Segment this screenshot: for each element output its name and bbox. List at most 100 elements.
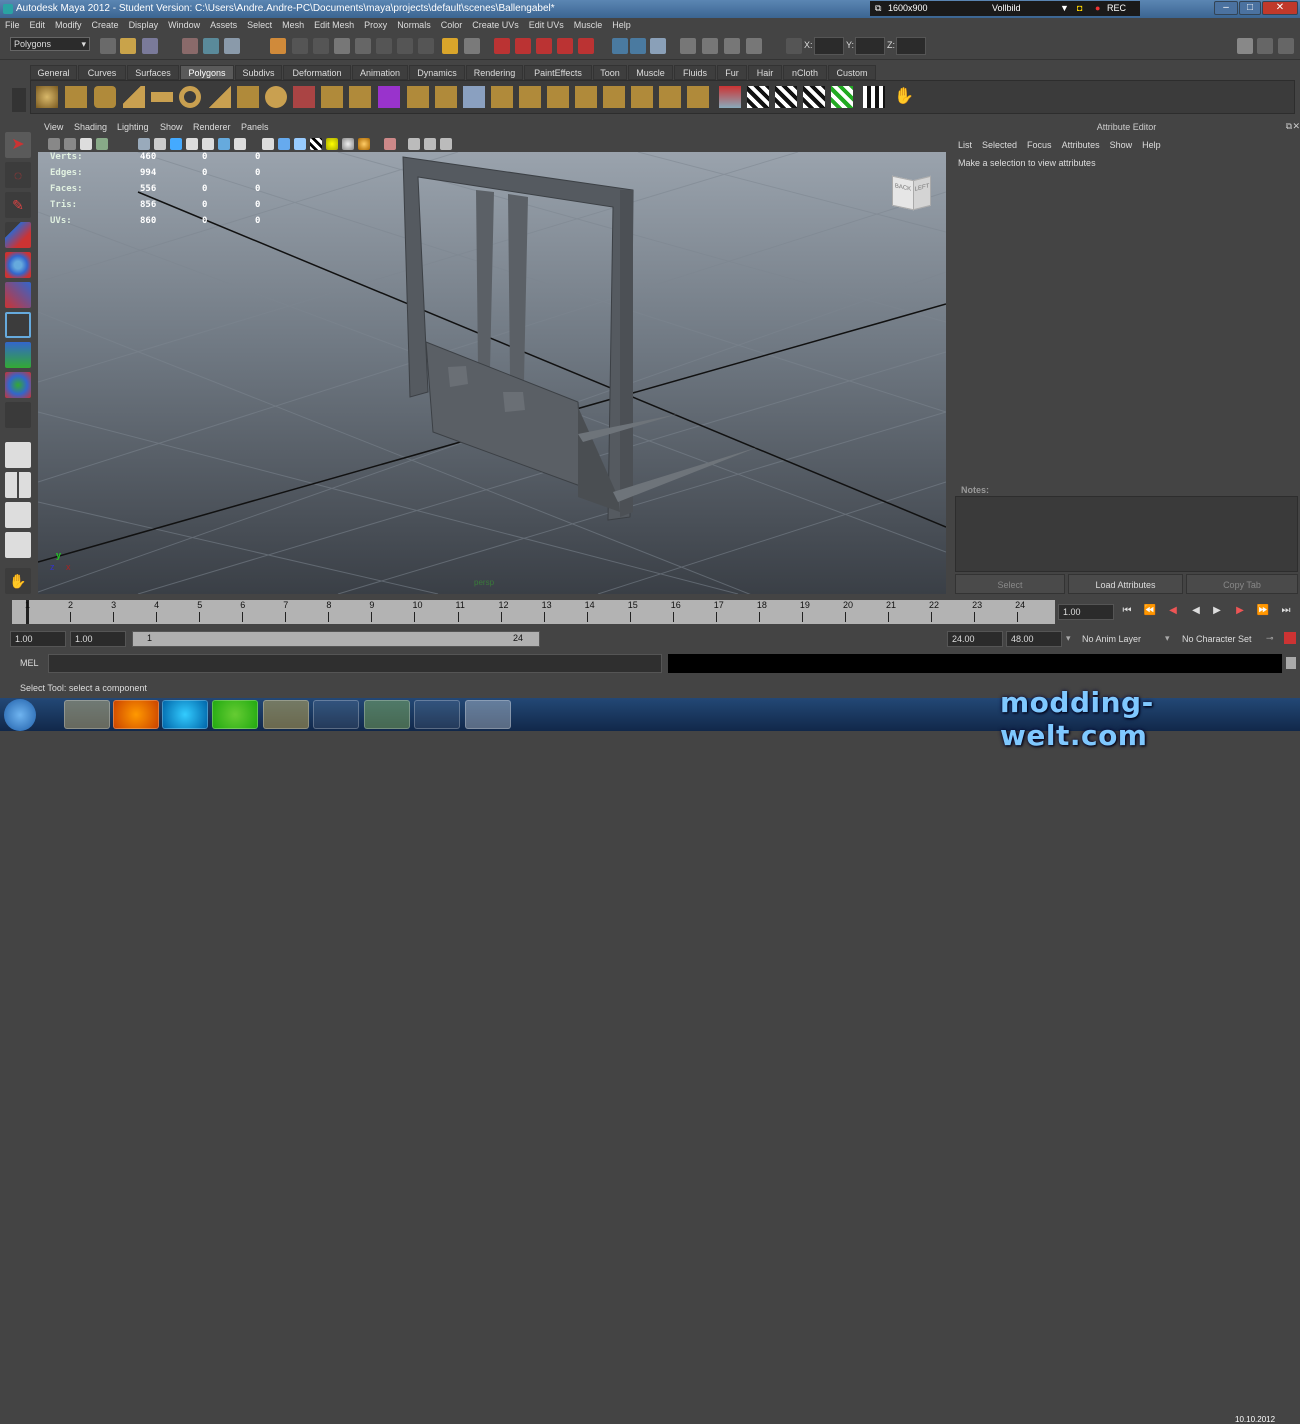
poly-cube-icon[interactable] bbox=[65, 86, 87, 108]
cylindrical-map-icon[interactable] bbox=[775, 86, 797, 108]
screen-icon[interactable]: ⧉ bbox=[875, 1, 881, 16]
menu-create-uvs[interactable]: Create UVs bbox=[467, 18, 524, 33]
tool-settings-toggle-icon[interactable] bbox=[1257, 38, 1273, 54]
end-time-field[interactable]: 48.00 bbox=[1006, 631, 1062, 647]
copy-tab-button[interactable]: Copy Tab bbox=[1186, 574, 1298, 594]
magnet-icon-5[interactable] bbox=[578, 38, 594, 54]
grid-toggle-icon[interactable] bbox=[138, 138, 150, 150]
close-button[interactable]: ✕ bbox=[1262, 1, 1298, 15]
poly-torus-icon[interactable] bbox=[179, 86, 201, 108]
xray-icon[interactable] bbox=[408, 138, 420, 150]
move-tool-icon[interactable] bbox=[5, 222, 31, 248]
menu-window[interactable]: Window bbox=[163, 18, 205, 33]
menu-edit-mesh[interactable]: Edit Mesh bbox=[309, 18, 359, 33]
menu-select[interactable]: Select bbox=[242, 18, 277, 33]
menu-edit[interactable]: Edit bbox=[25, 18, 51, 33]
menu-modify[interactable]: Modify bbox=[50, 18, 87, 33]
start-time-field[interactable]: 1.00 bbox=[10, 631, 66, 647]
paint-select-tool-icon[interactable]: ✎ bbox=[5, 192, 31, 218]
ae-menu-focus[interactable]: Focus bbox=[1022, 138, 1057, 153]
shelf-tab-subdivs[interactable]: Subdivs bbox=[235, 65, 282, 80]
uv-editor-icon[interactable] bbox=[863, 86, 885, 108]
spherical-map-icon[interactable] bbox=[803, 86, 825, 108]
go-to-start-button[interactable]: ⏮ bbox=[1119, 605, 1135, 619]
point-mask-icon[interactable] bbox=[292, 38, 308, 54]
high-quality-icon[interactable] bbox=[358, 138, 370, 150]
app-icon-6[interactable] bbox=[313, 700, 359, 729]
line-mask-icon[interactable] bbox=[313, 38, 329, 54]
skype-icon[interactable] bbox=[162, 700, 208, 729]
sculpt-icon[interactable] bbox=[719, 86, 741, 108]
construction-lock-icon[interactable] bbox=[442, 38, 458, 54]
soft-mod-tool-icon[interactable] bbox=[5, 342, 31, 368]
shelf-tab-polygons[interactable]: Polygons bbox=[180, 65, 234, 80]
quadrangulate-icon[interactable] bbox=[687, 86, 709, 108]
wireframe-icon[interactable] bbox=[262, 138, 274, 150]
poly-cylinder-icon[interactable] bbox=[94, 86, 116, 108]
magnet-icon-2[interactable] bbox=[515, 38, 531, 54]
bridge-icon[interactable] bbox=[435, 86, 457, 108]
step-forward-frame-button[interactable]: ▶ bbox=[1232, 605, 1248, 619]
attribute-editor-toggle-icon[interactable] bbox=[1237, 38, 1253, 54]
bale-fork-model[interactable] bbox=[402, 156, 758, 521]
split-polygon-icon[interactable] bbox=[491, 86, 513, 108]
shelf-tab-ncloth[interactable]: nCloth bbox=[783, 65, 827, 80]
safe-title-icon[interactable] bbox=[234, 138, 246, 150]
capture-mode-select[interactable]: Vollbild bbox=[992, 1, 1062, 16]
single-pane-layout-icon[interactable] bbox=[5, 442, 31, 468]
notes-field[interactable] bbox=[955, 496, 1298, 572]
current-frame-field[interactable]: 1.00 bbox=[1058, 604, 1114, 620]
poly-prism-icon[interactable] bbox=[209, 86, 231, 108]
ae-menu-selected[interactable]: Selected bbox=[977, 138, 1022, 153]
menu-normals[interactable]: Normals bbox=[392, 18, 436, 33]
save-scene-icon[interactable] bbox=[142, 38, 158, 54]
auto-key-icon[interactable] bbox=[1284, 632, 1296, 644]
ipr-render-icon[interactable] bbox=[630, 38, 646, 54]
shelf-tab-muscle[interactable]: Muscle bbox=[628, 65, 673, 80]
mel-input[interactable] bbox=[48, 654, 662, 673]
use-all-lights-icon[interactable] bbox=[326, 138, 338, 150]
poly-sphere-icon[interactable] bbox=[36, 86, 58, 108]
menu-help[interactable]: Help bbox=[607, 18, 636, 33]
scale-tool-icon[interactable] bbox=[5, 282, 31, 308]
panel-float-icon[interactable]: ⧉ bbox=[1286, 121, 1292, 132]
ae-select-button[interactable]: Select bbox=[955, 574, 1065, 594]
view-cube[interactable]: BACK LEFT bbox=[892, 172, 932, 211]
safe-action-icon[interactable] bbox=[218, 138, 230, 150]
character-set-dropdown[interactable]: No Character Set bbox=[1178, 631, 1268, 647]
viewport-menu-panels[interactable]: Panels bbox=[241, 122, 269, 132]
select-camera-icon[interactable] bbox=[48, 138, 60, 150]
point-snap-icon[interactable] bbox=[376, 38, 392, 54]
automatic-map-icon[interactable] bbox=[831, 86, 853, 108]
render-settings-icon[interactable] bbox=[650, 38, 666, 54]
shelf-tab-dynamics[interactable]: Dynamics bbox=[409, 65, 465, 80]
hand-script-icon[interactable]: ✋ bbox=[893, 86, 915, 108]
camera-icon[interactable]: ◘ bbox=[1077, 1, 1082, 16]
hand-layout-icon[interactable]: ✋ bbox=[5, 568, 31, 594]
film-gate-icon[interactable] bbox=[154, 138, 166, 150]
curve-snap-icon[interactable] bbox=[355, 38, 371, 54]
shelf-tab-curves[interactable]: Curves bbox=[78, 65, 126, 80]
bookmarks-icon[interactable] bbox=[80, 138, 92, 150]
app-icon-8[interactable] bbox=[414, 700, 460, 729]
shelf-tab-general[interactable]: General bbox=[30, 65, 77, 80]
shelf-tab-toon[interactable]: Toon bbox=[593, 65, 627, 80]
viewport-menu-renderer[interactable]: Renderer bbox=[193, 122, 231, 132]
menu-display[interactable]: Display bbox=[124, 18, 164, 33]
shelf-tab-surfaces[interactable]: Surfaces bbox=[127, 65, 179, 80]
play-backwards-button[interactable]: ◀ bbox=[1188, 605, 1204, 619]
shelf-options-handle[interactable] bbox=[12, 88, 26, 112]
menu-file[interactable]: File bbox=[0, 18, 25, 33]
extrude-icon[interactable] bbox=[407, 86, 429, 108]
resolution-gate-icon[interactable] bbox=[170, 138, 182, 150]
app-icon-5[interactable] bbox=[263, 700, 309, 729]
taskbar-date[interactable]: 10.10.2012 bbox=[1235, 1415, 1275, 1424]
maximize-button[interactable]: □ bbox=[1239, 1, 1261, 15]
step-forward-key-button[interactable]: ⏩ bbox=[1255, 605, 1271, 619]
app-icon-7[interactable] bbox=[364, 700, 410, 729]
shadows-icon[interactable] bbox=[342, 138, 354, 150]
menu-proxy[interactable]: Proxy bbox=[359, 18, 392, 33]
triangulate-icon[interactable] bbox=[659, 86, 681, 108]
viewport-menu-lighting[interactable]: Lighting bbox=[117, 122, 149, 132]
magnet-icon-4[interactable] bbox=[557, 38, 573, 54]
